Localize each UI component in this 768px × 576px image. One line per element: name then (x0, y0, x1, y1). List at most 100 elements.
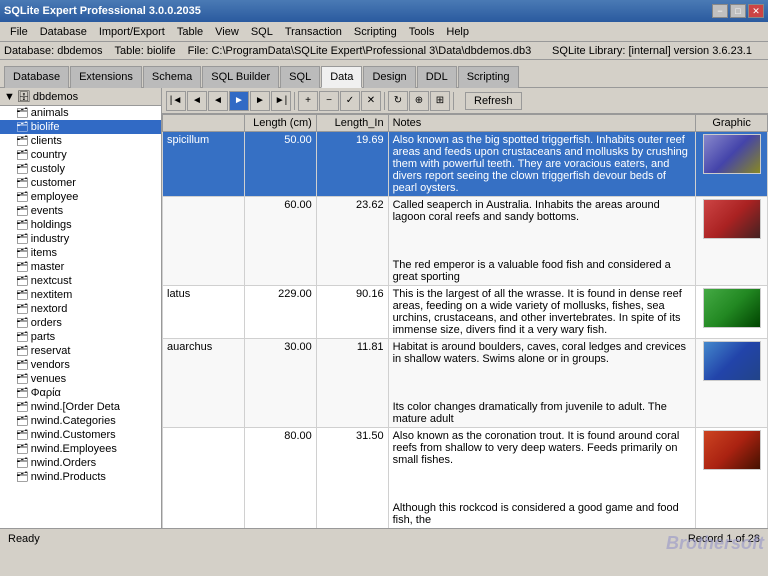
sidebar-item-nwind.products[interactable]: 🗂nwind.Products (0, 470, 161, 484)
sidebar-item-nwind.[orderdeta[interactable]: 🗂nwind.[Order Deta (0, 400, 161, 414)
menu-item-database[interactable]: Database (34, 24, 93, 40)
sidebar-item-nwind.employees[interactable]: 🗂nwind.Employees (0, 442, 161, 456)
table-icon: 🗂 (16, 290, 29, 301)
sidebar-item-events[interactable]: 🗂events (0, 204, 161, 218)
sidebar-item-nwind.customers[interactable]: 🗂nwind.Customers (0, 428, 161, 442)
menu-item-tools[interactable]: Tools (403, 24, 441, 40)
sidebar-item-orders[interactable]: 🗂orders (0, 316, 161, 330)
cell-graphic (696, 286, 768, 339)
table-icon: 🗂 (16, 150, 29, 161)
tab-toolbar: DatabaseExtensionsSchemaSQL BuilderSQLDa… (0, 60, 768, 88)
tree-label: events (31, 205, 63, 217)
sidebar-item-nextitem[interactable]: 🗂nextitem (0, 288, 161, 302)
tab-ddl[interactable]: DDL (417, 66, 457, 88)
menu-item-view[interactable]: View (209, 24, 245, 40)
menubar: FileDatabaseImport/ExportTableViewSQLTra… (0, 22, 768, 42)
sidebar-item-master[interactable]: 🗂master (0, 260, 161, 274)
menu-item-transaction[interactable]: Transaction (279, 24, 348, 40)
refresh-button[interactable]: Refresh (465, 92, 522, 110)
tab-extensions[interactable]: Extensions (70, 66, 142, 88)
nav-prev-page[interactable]: ◄ (187, 91, 207, 111)
tree-label: nwind.Products (31, 471, 106, 483)
sidebar-item-employee[interactable]: 🗂employee (0, 190, 161, 204)
sidebar-item-clients[interactable]: 🗂clients (0, 134, 161, 148)
table-icon: 🗂 (16, 234, 29, 245)
tree-label: Φαρία (31, 387, 61, 399)
nav-first[interactable]: |◄ (166, 91, 186, 111)
sidebar-root: dbdemos (33, 91, 78, 103)
nav-last[interactable]: ►| (271, 91, 291, 111)
minimize-button[interactable]: − (712, 4, 728, 18)
sidebar-item-industry[interactable]: 🗂industry (0, 232, 161, 246)
table-icon: 🗂 (16, 416, 29, 427)
menu-item-table[interactable]: Table (171, 24, 209, 40)
nav-play[interactable]: ► (229, 91, 249, 111)
sidebar-item-nwind.categories[interactable]: 🗂nwind.Categories (0, 414, 161, 428)
tree-label: nextitem (31, 289, 73, 301)
tab-design[interactable]: Design (363, 66, 415, 88)
sidebar-item-country[interactable]: 🗂country (0, 148, 161, 162)
table-icon: 🗂 (16, 206, 29, 217)
menu-item-import/export[interactable]: Import/Export (93, 24, 171, 40)
menu-item-help[interactable]: Help (440, 24, 475, 40)
cell-name: spicillum (163, 132, 245, 197)
sidebar-item-biolife[interactable]: 🗂biolife (0, 120, 161, 134)
nav-next[interactable]: ► (250, 91, 270, 111)
fish-image (703, 430, 761, 470)
cell-name (163, 197, 245, 286)
sidebar-item-vendors[interactable]: 🗂vendors (0, 358, 161, 372)
table-row[interactable]: spicillum 50.00 19.69 Also known as the … (163, 132, 768, 197)
sidebar-item-nextcust[interactable]: 🗂nextcust (0, 274, 161, 288)
nav-prev[interactable]: ◄ (208, 91, 228, 111)
menu-item-sql[interactable]: SQL (245, 24, 279, 40)
nav-refresh-icon[interactable]: ↻ (388, 91, 408, 111)
sidebar-item-nwind.orders[interactable]: 🗂nwind.Orders (0, 456, 161, 470)
data-table-wrapper: Length (cm) Length_In Notes Graphic spic… (162, 114, 768, 528)
maximize-button[interactable]: □ (730, 4, 746, 18)
sidebar-item-parts[interactable]: 🗂parts (0, 330, 161, 344)
menu-item-scripting[interactable]: Scripting (348, 24, 403, 40)
sidebar-item-φαρία[interactable]: 🗂Φαρία (0, 386, 161, 400)
table-row[interactable]: 60.00 23.62 Called seaperch in Australia… (163, 197, 768, 286)
cell-name: auarchus (163, 339, 245, 428)
table-row[interactable]: auarchus 30.00 11.81 Habitat is around b… (163, 339, 768, 428)
tree-label: parts (31, 331, 55, 343)
fish-image (703, 341, 761, 381)
tree-label: items (31, 247, 57, 259)
cell-length-in: 19.69 (316, 132, 388, 197)
sidebar-item-customer[interactable]: 🗂customer (0, 176, 161, 190)
sidebar-item-venues[interactable]: 🗂venues (0, 372, 161, 386)
sidebar-item-holdings[interactable]: 🗂holdings (0, 218, 161, 232)
sidebar-item-nextord[interactable]: 🗂nextord (0, 302, 161, 316)
close-button[interactable]: ✕ (748, 4, 764, 18)
db-info: Database: dbdemos (4, 45, 102, 57)
tab-sql-builder[interactable]: SQL Builder (202, 66, 279, 88)
sidebar-item-animals[interactable]: 🗂animals (0, 106, 161, 120)
cell-length-cm: 50.00 (245, 132, 317, 197)
menu-item-file[interactable]: File (4, 24, 34, 40)
table-icon: 🗂 (16, 430, 29, 441)
nav-cancel[interactable]: ✕ (361, 91, 381, 111)
tab-database[interactable]: Database (4, 66, 69, 88)
nav-grid[interactable]: ⊞ (430, 91, 450, 111)
sidebar-item-custoly[interactable]: 🗂custoly (0, 162, 161, 176)
nav-confirm[interactable]: ✓ (340, 91, 360, 111)
tab-sql[interactable]: SQL (280, 66, 320, 88)
table-icon: 🗂 (16, 122, 29, 133)
nav-delete[interactable]: − (319, 91, 339, 111)
tab-data[interactable]: Data (321, 66, 362, 88)
col-header-notes: Notes (388, 115, 696, 132)
tab-scripting[interactable]: Scripting (458, 66, 519, 88)
nav-add[interactable]: + (298, 91, 318, 111)
tab-schema[interactable]: Schema (143, 66, 201, 88)
sidebar-item-reservat[interactable]: 🗂reservat (0, 344, 161, 358)
sidebar-item-items[interactable]: 🗂items (0, 246, 161, 260)
nav-filter[interactable]: ⊕ (409, 91, 429, 111)
table-row[interactable]: latus 229.00 90.16 This is the largest o… (163, 286, 768, 339)
table-icon: 🗂 (16, 248, 29, 259)
app-title: SQLite Expert Professional 3.0.0.2035 (4, 5, 712, 17)
cell-notes: Also known as the coronation trout. It i… (388, 428, 696, 529)
table-row[interactable]: 80.00 31.50 Also known as the coronation… (163, 428, 768, 529)
tree-label: nwind.[Order Deta (31, 401, 120, 413)
table-icon: 🗂 (16, 164, 29, 175)
